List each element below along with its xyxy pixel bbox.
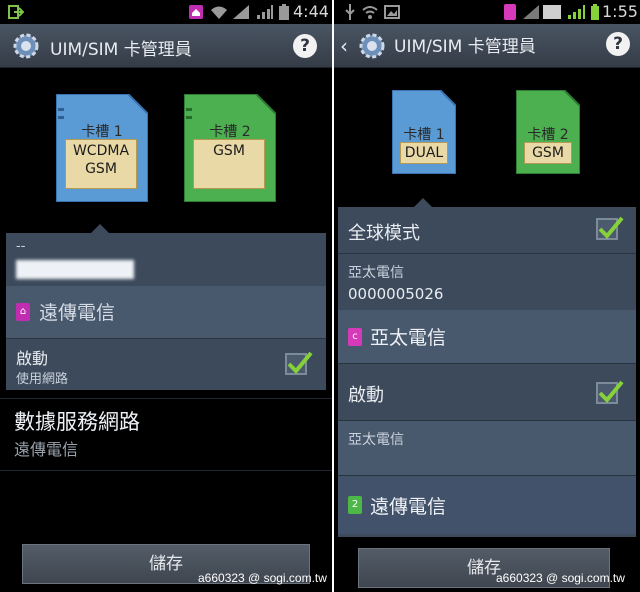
clock: 1:55 [602, 2, 638, 21]
activate-label: 啟動 [16, 349, 49, 368]
activate-checkbox[interactable] [285, 351, 313, 375]
clock: 4:44 [293, 2, 329, 21]
divider [0, 398, 332, 399]
sim-c-icon [504, 4, 516, 20]
sim-card-slot-2[interactable]: 卡槽 2 GSM [184, 94, 276, 202]
sim-network-type: GSM [85, 161, 117, 177]
sim-card-slot-1[interactable]: 卡槽 1 DUAL [392, 90, 456, 174]
sim-network-type: DUAL [404, 145, 444, 161]
sim-chip: GSM [524, 142, 572, 164]
carrier-info-row: 亞太電信 0000005026 [338, 254, 636, 309]
sim-network-type: WCDMA [72, 143, 130, 159]
sim-card-slot-1[interactable]: 卡槽 1 WCDMA GSM [56, 94, 148, 202]
g-signal-icon [568, 5, 585, 19]
sim-card-slot-2[interactable]: 卡槽 2 GSM [516, 90, 580, 174]
sim-network-type: GSM [213, 143, 245, 159]
sim-detail-panel: -- 09XX XXX XXX ⌂ 遠傳電信 啟動 使用網路 [6, 233, 326, 390]
exit-arrow-icon [8, 5, 24, 19]
global-mode-label: 全球模式 [348, 223, 420, 244]
sim-chip: DUAL [400, 142, 448, 164]
sim-2-icon: 2 [348, 496, 362, 514]
gear-icon [359, 33, 385, 59]
checkmark-icon [598, 380, 624, 403]
sim-c-carrier-label: 亞太電信 [370, 327, 447, 349]
checkmark-icon [598, 216, 624, 239]
3g-signal-icon [523, 5, 539, 19]
global-mode-row[interactable]: 全球模式 [338, 207, 636, 253]
activate-checkbox[interactable] [596, 380, 624, 404]
global-mode-checkbox[interactable] [596, 216, 624, 240]
carrier-header: 亞太電信 [348, 265, 404, 281]
page-title: UIM/SIM 卡管理員 [394, 37, 536, 57]
activate-subtitle: 使用網路 [16, 372, 69, 387]
signal-strength-icon [257, 5, 273, 19]
left-phone-screen: 4:44 UIM/SIM 卡管理員 ? 卡槽 1 WCDMA GSM 卡槽 2 … [0, 0, 332, 592]
carrier-number: 0000005026 [348, 285, 444, 303]
sim-2-carrier-row[interactable]: 2 遠傳電信 [338, 476, 636, 534]
signal-icon [233, 5, 249, 19]
sim-chip: GSM [193, 139, 265, 189]
battery-icon [279, 4, 289, 20]
wifi-icon [211, 6, 227, 19]
sim-home-icon [189, 5, 203, 19]
status-bar: 4:44 [0, 0, 332, 24]
watermark: a660323 @ sogi.com.tw [198, 571, 327, 585]
status-bar: 1:55 [334, 0, 640, 24]
data-service-title: 數據服務網路 [14, 410, 140, 434]
data-service-network-row[interactable]: 數據服務網路 遠傳電信 [0, 400, 332, 470]
sim-network-type: GSM [532, 145, 564, 161]
action-bar: ‹ UIM/SIM 卡管理員 ? [334, 24, 640, 68]
sim-detail-panel: 全球模式 亞太電信 0000005026 c 亞太電信 啟動 亞太電信 2 遠傳… [338, 207, 636, 537]
back-chevron-icon[interactable]: ‹ [340, 34, 348, 58]
action-bar: UIM/SIM 卡管理員 ? [0, 24, 332, 68]
sim-name-placeholder: -- [16, 239, 26, 254]
activate-row[interactable]: 啟動 使用網路 [6, 339, 326, 390]
page-title: UIM/SIM 卡管理員 [50, 40, 192, 60]
sim-slot-label: 卡槽 1 [403, 127, 445, 143]
help-button[interactable]: ? [293, 34, 317, 58]
activate-row[interactable]: 啟動 [338, 364, 636, 420]
sim-slot-label: 卡槽 2 [527, 127, 569, 143]
image-icon [384, 5, 400, 19]
sim-slot-label: 卡槽 1 [81, 124, 123, 140]
divider [0, 470, 332, 471]
sim-status-icon [543, 5, 561, 19]
battery-icon [591, 4, 599, 20]
sim-2-carrier-label: 遠傳電信 [370, 496, 447, 518]
watermark: a660323 @ sogi.com.tw [496, 571, 625, 585]
sim-c-icon: c [348, 328, 362, 346]
wifi-icon [362, 6, 378, 19]
checkmark-icon [287, 351, 313, 374]
carrier-row[interactable]: ⌂ 遠傳電信 [6, 286, 326, 338]
activate-label: 啟動 [348, 385, 384, 406]
network-row[interactable]: 亞太電信 [338, 421, 636, 475]
right-phone-screen: 1:55 ‹ UIM/SIM 卡管理員 ? 卡槽 1 DUAL 卡槽 2 GSM [334, 0, 640, 592]
sim-slot-label: 卡槽 2 [209, 124, 251, 140]
sim-home-icon: ⌂ [16, 303, 30, 321]
sim-chip: WCDMA GSM [65, 139, 137, 189]
sim-c-carrier-row[interactable]: c 亞太電信 [338, 310, 636, 363]
carrier-name: 遠傳電信 [39, 302, 116, 324]
popup-pointer [414, 198, 432, 207]
usb-icon [345, 4, 355, 20]
data-service-value: 遠傳電信 [14, 440, 79, 459]
help-button[interactable]: ? [606, 32, 630, 56]
network-label: 亞太電信 [348, 432, 404, 448]
gear-icon [13, 33, 39, 59]
phone-number-masked: 09XX XXX XXX [16, 260, 135, 279]
